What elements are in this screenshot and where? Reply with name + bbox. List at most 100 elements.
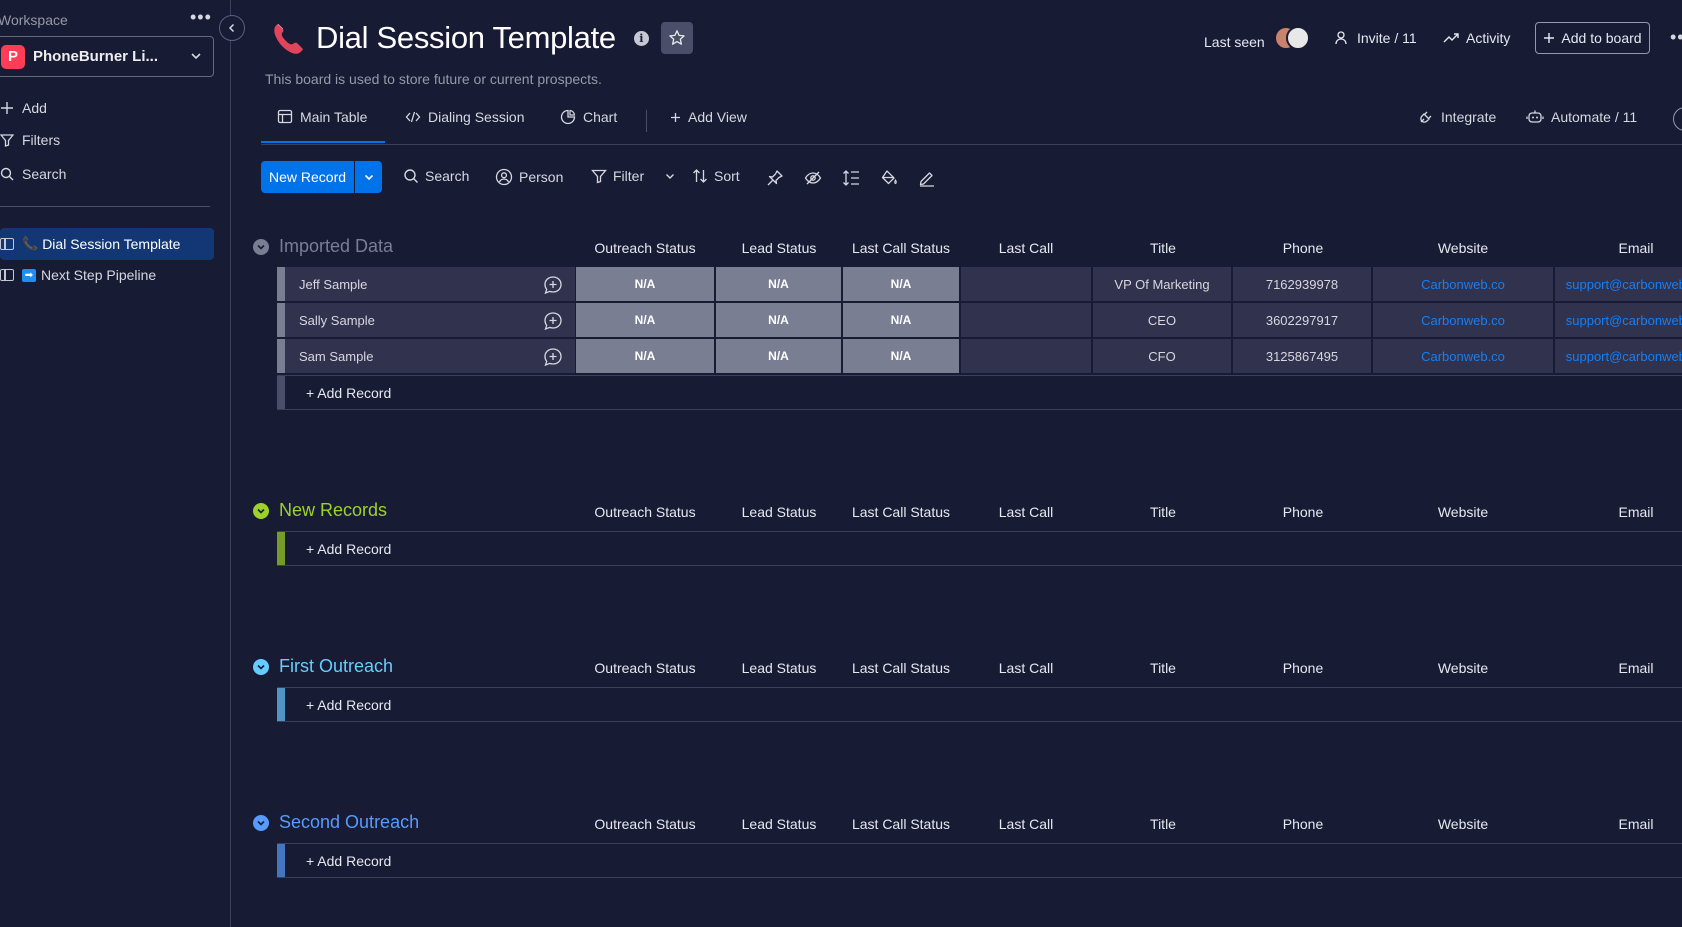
group-collapse-toggle[interactable] — [253, 502, 269, 519]
sidebar-item-next-step-pipeline[interactable]: ➡ Next Step Pipeline — [0, 259, 214, 291]
tabs-overflow-button[interactable] — [1673, 107, 1682, 131]
record-name-cell[interactable]: Sam Sample — [285, 339, 576, 373]
column-header[interactable]: Website — [1393, 240, 1533, 256]
column-header[interactable]: Phone — [1233, 660, 1373, 676]
column-header[interactable]: Website — [1393, 504, 1533, 520]
cell-title[interactable]: VP Of Marketing — [1093, 267, 1232, 301]
edit-pen-icon[interactable] — [918, 169, 936, 187]
cell-outreach[interactable]: N/A — [576, 303, 715, 337]
group-title[interactable]: First Outreach — [279, 656, 393, 677]
column-header[interactable]: Phone — [1233, 816, 1373, 832]
group-title[interactable]: Imported Data — [279, 236, 393, 257]
column-header[interactable]: Outreach Status — [575, 240, 715, 256]
column-header[interactable]: Title — [1093, 816, 1233, 832]
tab-dialing-session[interactable]: Dialing Session — [405, 109, 525, 125]
sidebar-filters-button[interactable]: Filters — [0, 132, 60, 148]
add-update-icon[interactable] — [543, 275, 563, 298]
cell-email[interactable]: support@carbonweb.co — [1555, 303, 1682, 337]
info-icon[interactable]: i — [633, 30, 649, 46]
cell-last-call[interactable] — [961, 339, 1092, 373]
new-record-dropdown[interactable] — [354, 161, 383, 193]
cell-outreach[interactable]: N/A — [576, 267, 715, 301]
invite-button[interactable]: Invite / 11 — [1334, 30, 1417, 46]
cell-email[interactable]: support@carbonweb.co — [1555, 339, 1682, 373]
toolbar-person-button[interactable]: Person — [495, 168, 563, 186]
cell-outreach[interactable]: N/A — [576, 339, 715, 373]
new-record-label[interactable]: New Record — [261, 161, 355, 193]
add-record-button[interactable]: + Add Record — [306, 385, 391, 401]
favorite-button[interactable] — [660, 22, 693, 54]
add-record-row[interactable]: + Add Record — [277, 687, 1682, 722]
cell-phone[interactable]: 3602297917 — [1233, 303, 1372, 337]
cell-last-call-status[interactable]: N/A — [843, 303, 960, 337]
column-header[interactable]: Last Call — [956, 660, 1096, 676]
cell-title[interactable]: CEO — [1093, 303, 1232, 337]
cell-phone[interactable]: 3125867495 — [1233, 339, 1372, 373]
column-header[interactable]: Title — [1093, 660, 1233, 676]
activity-button[interactable]: Activity — [1443, 30, 1510, 46]
hide-icon[interactable] — [804, 169, 822, 187]
column-header[interactable]: Email — [1566, 240, 1682, 256]
add-record-button[interactable]: + Add Record — [306, 853, 391, 869]
more-options-icon[interactable]: •• — [1670, 28, 1682, 46]
cell-phone[interactable]: 7162939978 — [1233, 267, 1372, 301]
column-header[interactable]: Lead Status — [709, 660, 849, 676]
add-to-board-button[interactable]: Add to board — [1535, 22, 1650, 54]
email-link[interactable]: support@carbonweb.co — [1566, 349, 1682, 364]
email-link[interactable]: support@carbonweb.co — [1566, 277, 1682, 292]
column-header[interactable]: Outreach Status — [575, 504, 715, 520]
column-header[interactable]: Phone — [1233, 504, 1373, 520]
paint-bucket-icon[interactable] — [880, 169, 898, 187]
automate-button[interactable]: Automate / 11 — [1526, 109, 1637, 125]
website-link[interactable]: Carbonweb.co — [1421, 349, 1505, 364]
tab-main-table[interactable]: Main Table — [260, 109, 386, 143]
column-header[interactable]: Last Call Status — [831, 504, 971, 520]
column-header[interactable]: Last Call Status — [831, 816, 971, 832]
add-record-row[interactable]: + Add Record — [277, 843, 1682, 878]
table-row[interactable]: Sally Sample N/A N/A N/A CEO 3602297917 Carbon… — [277, 303, 1682, 338]
sidebar-item-dial-session-template[interactable]: 📞 Dial Session Template — [0, 228, 214, 260]
cell-last-call-status[interactable]: N/A — [843, 339, 960, 373]
column-header[interactable]: Title — [1093, 504, 1233, 520]
add-record-button[interactable]: + Add Record — [306, 541, 391, 557]
cell-lead[interactable]: N/A — [716, 267, 842, 301]
pin-icon[interactable] — [766, 169, 784, 187]
cell-email[interactable]: support@carbonweb.co — [1555, 267, 1682, 301]
table-row[interactable]: Sam Sample N/A N/A N/A CFO 3125867495 Carbonwe… — [277, 339, 1682, 374]
table-row[interactable]: Jeff Sample N/A N/A N/A VP Of Marketing 71629… — [277, 267, 1682, 302]
group-collapse-toggle[interactable] — [253, 238, 269, 255]
sidebar-search-button[interactable]: Search — [0, 166, 66, 182]
cell-lead[interactable]: N/A — [716, 303, 842, 337]
last-seen[interactable]: Last seen — [1204, 26, 1312, 54]
add-record-row[interactable]: + Add Record — [277, 531, 1682, 566]
toolbar-sort-button[interactable]: Sort — [692, 168, 740, 184]
column-header[interactable]: Last Call Status — [831, 240, 971, 256]
add-record-button[interactable]: + Add Record — [306, 697, 391, 713]
group-collapse-toggle[interactable] — [253, 658, 269, 675]
email-link[interactable]: support@carbonweb.co — [1566, 313, 1682, 328]
add-view-button[interactable]: Add View — [670, 109, 747, 125]
column-header[interactable]: Lead Status — [709, 816, 849, 832]
add-record-row[interactable]: + Add Record — [277, 375, 1682, 410]
column-header[interactable]: Outreach Status — [575, 660, 715, 676]
record-name-cell[interactable]: Jeff Sample — [285, 267, 576, 301]
board-description[interactable]: This board is used to store future or cu… — [265, 71, 602, 87]
workspace-more-icon[interactable]: ••• — [190, 8, 212, 26]
column-header[interactable]: Email — [1566, 660, 1682, 676]
cell-last-call[interactable] — [961, 303, 1092, 337]
website-link[interactable]: Carbonweb.co — [1421, 277, 1505, 292]
group-title[interactable]: New Records — [279, 500, 387, 521]
add-update-icon[interactable] — [543, 311, 563, 334]
cell-lead[interactable]: N/A — [716, 339, 842, 373]
column-header[interactable]: Email — [1566, 504, 1682, 520]
collapse-sidebar-button[interactable] — [219, 15, 245, 41]
tab-chart[interactable]: Chart — [560, 109, 617, 125]
cell-title[interactable]: CFO — [1093, 339, 1232, 373]
toolbar-filter-button[interactable]: Filter — [591, 168, 676, 184]
page-title[interactable]: Dial Session Template — [316, 20, 616, 56]
group-title[interactable]: Second Outreach — [279, 812, 419, 833]
column-header[interactable]: Last Call — [956, 816, 1096, 832]
workspace-selector[interactable]: P PhoneBurner Li... — [0, 36, 214, 77]
website-link[interactable]: Carbonweb.co — [1421, 313, 1505, 328]
column-header[interactable]: Lead Status — [709, 504, 849, 520]
